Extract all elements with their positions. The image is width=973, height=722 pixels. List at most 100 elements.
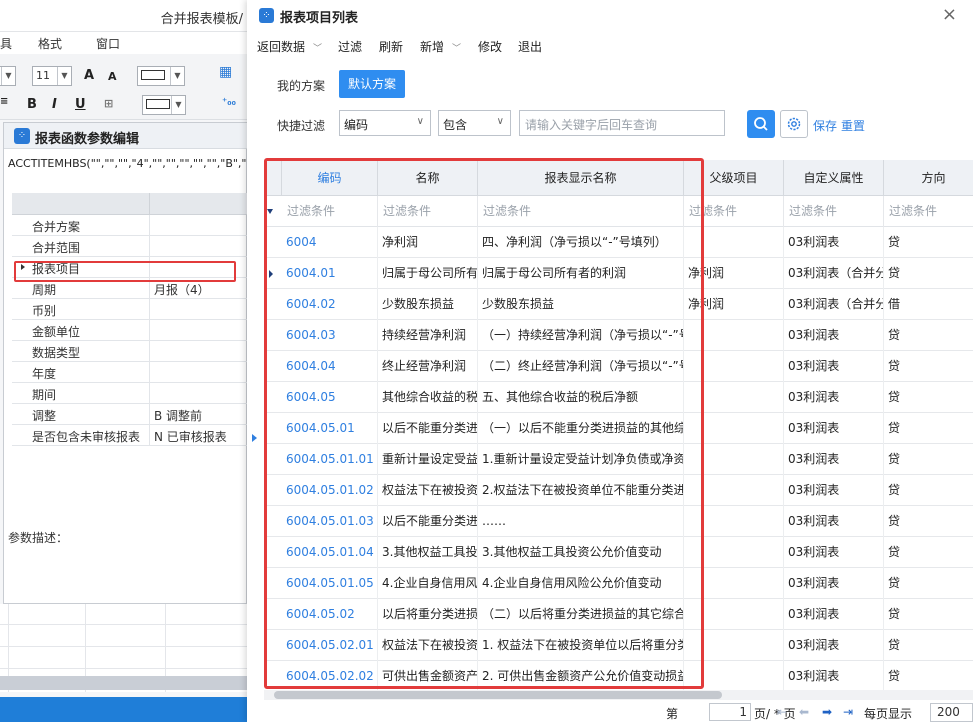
- cell-custom-attr[interactable]: 03利润表: [784, 568, 884, 599]
- menu-format[interactable]: 格式: [38, 35, 62, 52]
- param-row[interactable]: 数据类型: [12, 341, 247, 362]
- filter-button[interactable]: 过滤: [338, 38, 362, 55]
- add-button[interactable]: 新增 ﹀: [420, 38, 461, 55]
- param-row[interactable]: 是否包含未审核报表 N 已审核报表: [12, 425, 247, 446]
- param-value[interactable]: N 已审核报表: [154, 428, 227, 445]
- number-format-icon[interactable]: ⁺₀₀: [222, 97, 236, 108]
- param-row[interactable]: 合并范围: [12, 236, 247, 257]
- menu-tools[interactable]: 具: [0, 35, 12, 52]
- cell-direction[interactable]: 贷: [884, 537, 973, 568]
- fill-style-select[interactable]: ▼: [142, 95, 186, 115]
- param-value[interactable]: B 调整前: [154, 407, 202, 424]
- font-size-select[interactable]: 11 ▼: [32, 66, 72, 86]
- save-scheme-link[interactable]: 保存: [813, 117, 837, 134]
- italic-button[interactable]: I: [52, 97, 57, 112]
- page-number-input[interactable]: 1: [709, 703, 751, 721]
- filter-col-direction[interactable]: 过滤条件: [884, 196, 973, 227]
- cell-custom-attr[interactable]: 03利润表: [784, 320, 884, 351]
- cell-direction[interactable]: 贷: [884, 382, 973, 413]
- filter-field-select[interactable]: 编码 ∨: [339, 110, 431, 136]
- border-grid-icon[interactable]: ⊞: [104, 97, 113, 110]
- background-scrollbar[interactable]: [0, 676, 247, 690]
- cell-custom-attr[interactable]: 03利润表: [784, 227, 884, 258]
- cell-custom-attr[interactable]: 03利润表: [784, 351, 884, 382]
- cell-custom-attr[interactable]: 03利润表: [784, 630, 884, 661]
- cell-direction[interactable]: 贷: [884, 444, 973, 475]
- default-scheme-button[interactable]: 默认方案: [339, 70, 405, 98]
- reset-scheme-link[interactable]: 重置: [841, 117, 865, 134]
- cell-custom-attr[interactable]: 03利润表: [784, 506, 884, 537]
- cell-direction[interactable]: 贷: [884, 506, 973, 537]
- back-data-button[interactable]: 返回数据 ﹀: [257, 38, 322, 55]
- cell-custom-attr[interactable]: 03利润表: [784, 537, 884, 568]
- last-page-icon[interactable]: ⇥: [843, 705, 853, 719]
- cell-custom-attr[interactable]: 03利润表: [784, 661, 884, 690]
- param-key: 数据类型: [32, 346, 81, 360]
- cell-custom-attr[interactable]: 03利润表（合并分: [784, 289, 884, 320]
- cell-direction[interactable]: 贷: [884, 227, 973, 258]
- splitter-arrow-icon[interactable]: [252, 434, 257, 442]
- edit-button[interactable]: 修改: [478, 38, 502, 55]
- cell-custom-attr[interactable]: 03利润表: [784, 413, 884, 444]
- filter-operator-select[interactable]: 包含 ∨: [438, 110, 511, 136]
- cell-direction[interactable]: 贷: [884, 320, 973, 351]
- underline-button[interactable]: U: [75, 97, 86, 112]
- cell-custom-attr[interactable]: 03利润表: [784, 382, 884, 413]
- filter-col-custom-attr[interactable]: 过滤条件: [784, 196, 884, 227]
- add-label: 新增: [420, 40, 445, 54]
- chevron-down-icon: ▼: [57, 67, 71, 85]
- search-button[interactable]: [747, 110, 775, 138]
- grid-horizontal-scrollbar[interactable]: [264, 690, 973, 700]
- page-size-select[interactable]: 200: [930, 703, 973, 722]
- param-row[interactable]: 金额单位: [12, 320, 247, 341]
- scrollbar-thumb[interactable]: [274, 691, 722, 699]
- param-row[interactable]: 合并方案: [12, 215, 247, 236]
- background-window: 合并报表模板/ 具 格式 窗口 ▼ 11 ▼ A A ▼ ▦ ≡ B I U ⊞ …: [0, 0, 247, 722]
- cell-custom-attr[interactable]: 03利润表: [784, 475, 884, 506]
- exit-button[interactable]: 退出: [518, 38, 542, 55]
- header-col-custom-attr[interactable]: 自定义属性: [784, 160, 884, 196]
- prev-page-icon[interactable]: ⬅: [799, 705, 809, 719]
- quick-filter-input[interactable]: 请输入关键字后回车查询: [519, 110, 725, 136]
- settings-button[interactable]: [780, 110, 808, 138]
- background-menubar: 具 格式 窗口: [0, 32, 247, 54]
- cell-custom-attr[interactable]: 03利润表: [784, 444, 884, 475]
- align-icon[interactable]: ≡: [0, 96, 8, 107]
- cell-direction[interactable]: 贷: [884, 413, 973, 444]
- increase-font-icon[interactable]: A: [84, 68, 94, 83]
- param-row[interactable]: 币别: [12, 299, 247, 320]
- cell-direction[interactable]: 贷: [884, 351, 973, 382]
- cell-custom-attr[interactable]: 03利润表（合并分: [784, 258, 884, 289]
- cell-direction[interactable]: 贷: [884, 568, 973, 599]
- param-row[interactable]: 年度: [12, 362, 247, 383]
- header-col-direction[interactable]: 方向: [884, 160, 973, 196]
- pager-prefix: 第: [666, 707, 679, 721]
- my-scheme-tab[interactable]: 我的方案: [277, 77, 325, 94]
- chevron-down-icon: ▼: [170, 67, 184, 85]
- close-icon[interactable]: ×: [942, 4, 957, 25]
- param-key: 金额单位: [32, 325, 81, 339]
- border-style-select[interactable]: ▼: [137, 66, 185, 86]
- cell-direction[interactable]: 贷: [884, 661, 973, 690]
- refresh-button[interactable]: 刷新: [379, 38, 403, 55]
- param-row[interactable]: 调整 B 调整前: [12, 404, 247, 425]
- toolbar-grid-icon[interactable]: ▦: [219, 64, 232, 80]
- cell-custom-attr[interactable]: 03利润表: [784, 599, 884, 630]
- menu-window[interactable]: 窗口: [96, 35, 120, 52]
- cell-direction[interactable]: 贷: [884, 599, 973, 630]
- param-key: 币别: [32, 304, 57, 318]
- cell-direction[interactable]: 贷: [884, 630, 973, 661]
- cell-direction[interactable]: 借: [884, 289, 973, 320]
- bold-button[interactable]: B: [27, 97, 37, 112]
- param-row[interactable]: 期间: [12, 383, 247, 404]
- decrease-font-icon[interactable]: A: [108, 70, 117, 83]
- font-select[interactable]: ▼: [0, 66, 16, 86]
- cell-direction[interactable]: 贷: [884, 475, 973, 506]
- background-window-titlebar: 合并报表模板/: [0, 0, 247, 32]
- cell-direction[interactable]: 贷: [884, 258, 973, 289]
- next-page-icon[interactable]: ➡: [822, 705, 832, 719]
- dialog-titlebar: ⁘ 报表项目列表 ×: [247, 0, 973, 32]
- highlight-grid-columns: [264, 158, 704, 689]
- param-value[interactable]: 月报（4）: [154, 281, 210, 298]
- first-page-icon[interactable]: ⇤: [777, 705, 787, 719]
